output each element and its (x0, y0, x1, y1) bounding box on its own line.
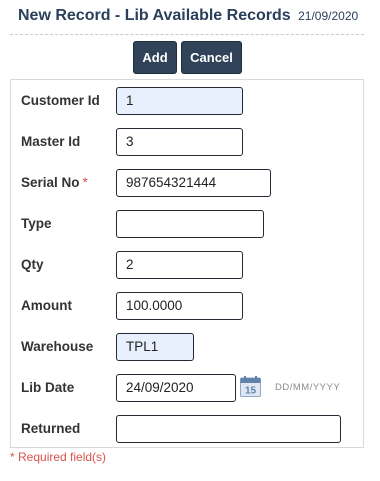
required-fields-note: * Required field(s) (10, 450, 107, 464)
header-divider (10, 34, 364, 35)
amount-field[interactable]: 100.0000 (116, 292, 243, 320)
returned-label: Returned (21, 421, 81, 436)
qty-label: Qty (21, 257, 44, 272)
form-row-amount: Amount 100.0000 (11, 291, 363, 321)
add-button[interactable]: Add (133, 41, 177, 74)
form-row-serial-no: Serial No * 987654321444 (11, 168, 363, 198)
calendar-icon-day: 15 (245, 386, 257, 397)
form-row-lib-date: Lib Date 24/09/2020 15 DD/MM/YYYY (11, 373, 363, 403)
serial-no-label-text: Serial No (21, 175, 80, 190)
customer-id-label: Customer Id (21, 93, 100, 108)
form-row-master-id: Master Id 3 (11, 127, 363, 157)
date-format-hint: DD/MM/YYYY (275, 382, 341, 393)
qty-field[interactable]: 2 (116, 251, 243, 279)
form-row-returned: Returned (11, 414, 363, 444)
form-row-type: Type (11, 209, 363, 239)
warehouse-field[interactable]: TPL1 (116, 333, 194, 361)
returned-field[interactable] (116, 415, 341, 443)
form-row-qty: Qty 2 (11, 250, 363, 280)
page-date: 21/09/2020 (298, 9, 359, 23)
customer-id-field[interactable]: 1 (116, 87, 243, 115)
cancel-button[interactable]: Cancel (181, 41, 242, 74)
master-id-label: Master Id (21, 134, 81, 149)
form-row-customer-id: Customer Id 1 (11, 86, 363, 116)
amount-label: Amount (21, 298, 72, 313)
type-field[interactable] (116, 210, 264, 238)
lib-date-field[interactable]: 24/09/2020 (116, 374, 236, 402)
page-title: New Record - Lib Available Records (18, 7, 291, 24)
form-row-warehouse: Warehouse TPL1 (11, 332, 363, 362)
serial-no-field[interactable]: 987654321444 (116, 169, 271, 197)
page-header: New Record - Lib Available Records 21/09… (18, 7, 370, 29)
record-form: Customer Id 1 Master Id 3 Serial No * 987… (10, 79, 364, 448)
master-id-field[interactable]: 3 (116, 128, 243, 156)
serial-no-label: Serial No * (21, 168, 88, 198)
calendar-icon[interactable]: 15 (240, 376, 261, 397)
warehouse-label: Warehouse (21, 339, 94, 354)
required-marker: * (82, 175, 88, 190)
lib-date-label: Lib Date (21, 380, 75, 395)
type-label: Type (21, 216, 52, 231)
